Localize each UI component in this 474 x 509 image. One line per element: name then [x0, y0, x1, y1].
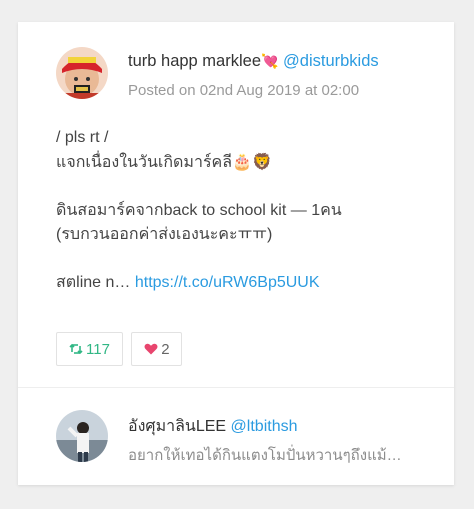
tweet-line-4: (รบกวนออกค่าส่งเองนะคะㅠㅠ) — [56, 226, 273, 243]
tweet-card: turb happ marklee💘 @disturbkids Posted o… — [18, 22, 454, 485]
author-name[interactable]: turb happ marklee — [128, 52, 261, 70]
tweet-line-2: แจกเนื่องในวันเกิดมาร์คลี🎂🦁 — [56, 150, 442, 175]
tweet-line-3: ดินสอมาร์คจากback to school kit — 1คน — [56, 202, 342, 219]
like-button[interactable]: 2 — [131, 332, 183, 366]
author-handle[interactable]: @disturbkids — [283, 52, 379, 70]
reply-author-line: อังศุมาลินLEE @ltbithsh — [128, 414, 297, 439]
post-timestamp: Posted on 02nd Aug 2019 at 02:00 — [128, 82, 360, 99]
tweet-link[interactable]: https://t.co/uRW6Bp5UUK — [135, 274, 320, 291]
tweet-header: turb happ marklee💘 @disturbkids Posted o… — [56, 47, 440, 107]
reply-avatar[interactable] — [56, 410, 108, 462]
tweet-line-2-text: แจกเนื่องในวันเกิดมาร์คลี — [56, 154, 233, 171]
tweet-line-1: / pls rt / — [56, 129, 109, 146]
reply-author-name[interactable]: อังศุมาลินLEE — [128, 418, 226, 435]
reply-author-handle[interactable]: @ltbithsh — [231, 418, 298, 435]
divider — [18, 387, 454, 388]
reply-preview-text: อยากให้เทอได้กินแตงโมปั่นหวานๆถึงแม้… — [128, 447, 402, 464]
reply-item[interactable]: อังศุมาลินLEE @ltbithsh อยากให้เทอได้กิน… — [56, 410, 440, 466]
author-avatar[interactable] — [56, 47, 108, 99]
retweet-count: 117 — [86, 340, 110, 358]
heart-emoji-icon: 💘 — [261, 54, 279, 70]
heart-icon — [144, 343, 158, 355]
author-line: turb happ marklee💘 @disturbkids — [128, 52, 379, 71]
tweet-text: / pls rt / แจกเนื่องในวันเกิดมาร์คลี🎂🦁 ด… — [56, 126, 442, 295]
tweet-line-5: สตline n… https://t.co/uRW6Bp5UUK — [56, 271, 442, 295]
cake-lion-emoji-icon: 🎂🦁 — [232, 152, 272, 171]
retweet-button[interactable]: 117 — [56, 332, 123, 366]
tweet-line-5-text: สตline n… — [56, 274, 131, 291]
retweet-icon — [69, 343, 83, 355]
tweet-stats: 117 2 — [56, 332, 183, 366]
like-count: 2 — [161, 340, 170, 358]
